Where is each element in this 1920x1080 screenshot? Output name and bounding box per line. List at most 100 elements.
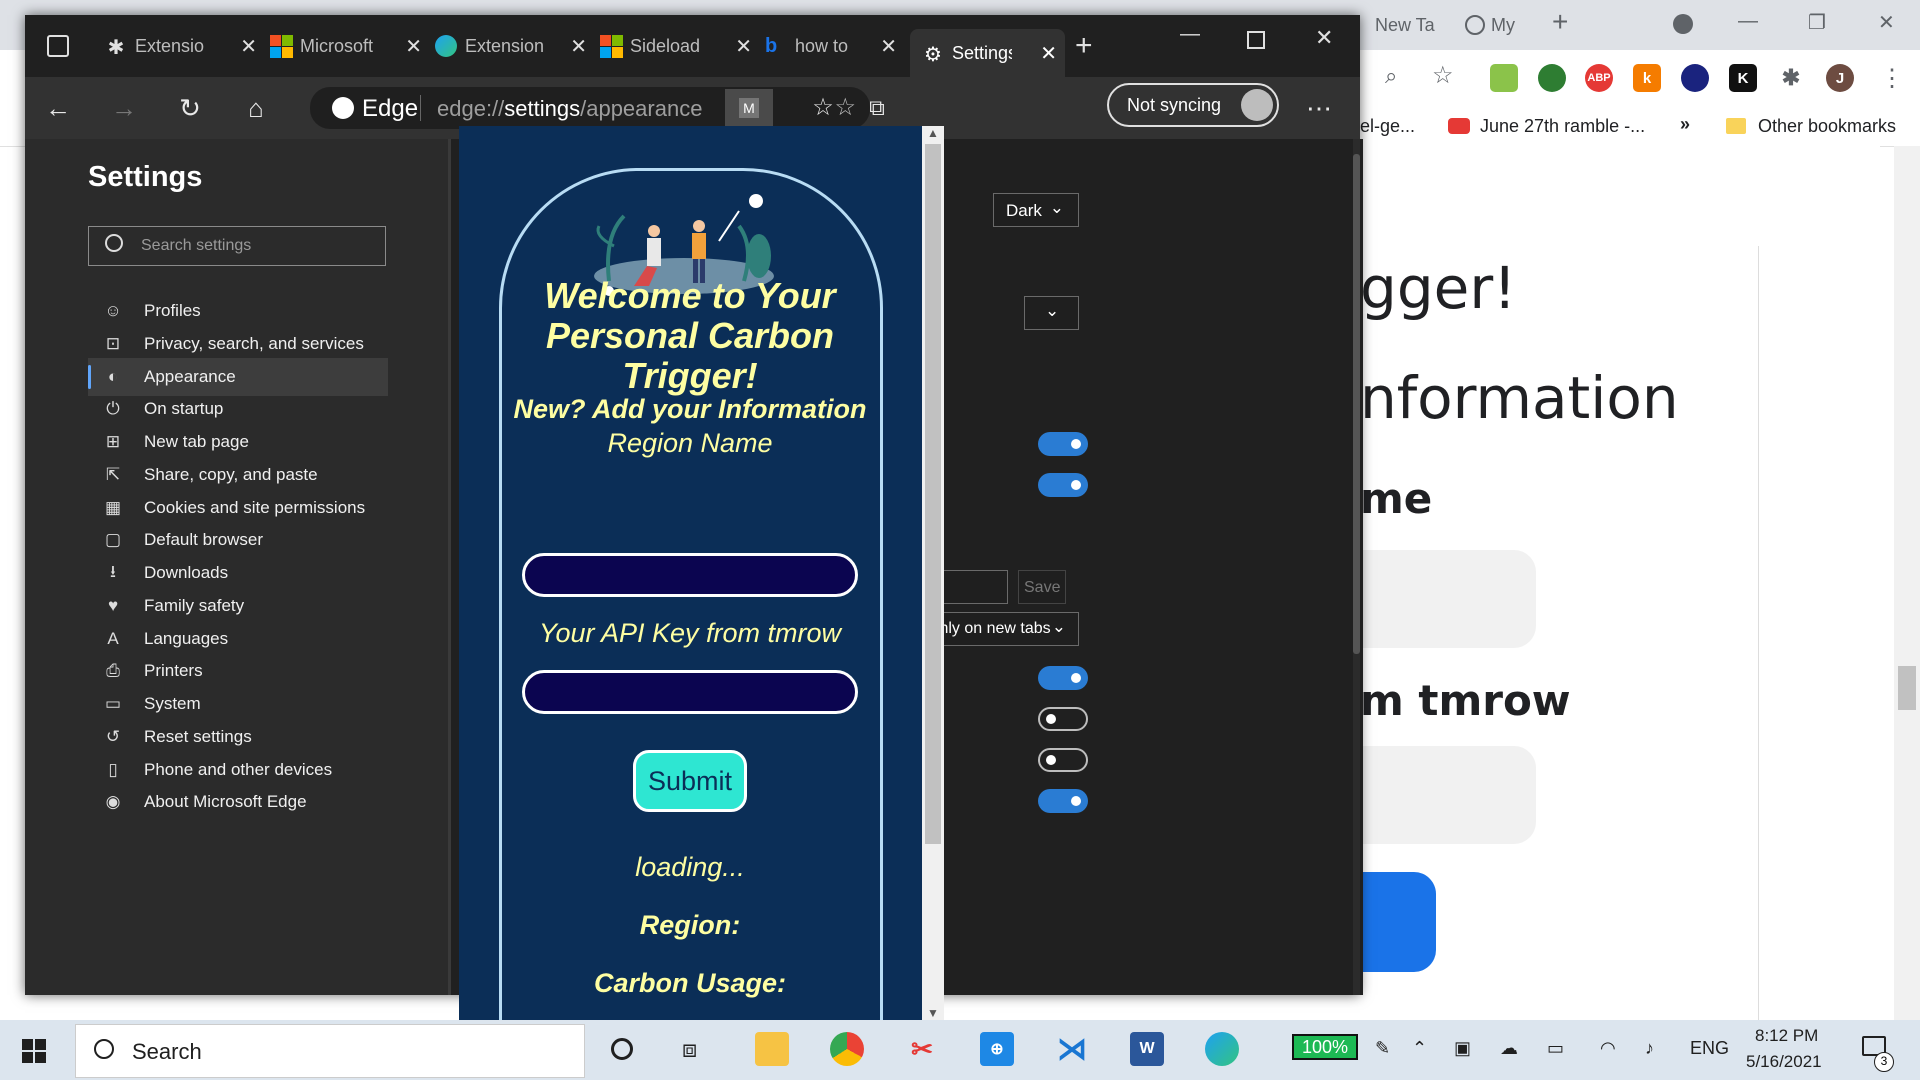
new-tab-icon[interactable]: + xyxy=(1075,29,1093,63)
cortana-icon[interactable] xyxy=(611,1038,633,1060)
extension-K-icon[interactable]: K xyxy=(1729,64,1757,92)
toggle[interactable] xyxy=(1038,748,1088,772)
close-icon[interactable]: ✕ xyxy=(240,34,257,59)
battery-percent[interactable]: 100% xyxy=(1292,1034,1358,1060)
chrome-tab[interactable]: My xyxy=(1465,10,1515,40)
close-icon[interactable]: ✕ xyxy=(1315,25,1333,51)
tab-actions-icon[interactable] xyxy=(47,35,69,57)
vscode-icon[interactable]: ⋊ xyxy=(1055,1032,1089,1066)
bookmark-item[interactable]: June 27th ramble -... xyxy=(1480,116,1645,137)
address-bar[interactable]: Edge edge://settings/appearance ☆ xyxy=(310,87,870,129)
close-icon[interactable]: ✕ xyxy=(735,34,752,59)
extension-icon[interactable] xyxy=(1490,64,1518,92)
close-icon[interactable]: ✕ xyxy=(1878,10,1895,35)
page-input[interactable] xyxy=(1360,746,1536,844)
chrome-icon[interactable] xyxy=(830,1032,864,1066)
toggle[interactable] xyxy=(1038,432,1088,456)
menu-dots-icon[interactable]: ⋮ xyxy=(1880,64,1904,93)
sync-button[interactable]: Not syncing xyxy=(1107,83,1279,127)
close-icon[interactable]: ✕ xyxy=(570,34,587,59)
close-icon[interactable]: ✕ xyxy=(405,34,422,59)
meet-now-icon[interactable]: ▣ xyxy=(1454,1038,1471,1059)
scroll-thumb[interactable] xyxy=(1898,666,1916,710)
toggle[interactable] xyxy=(1038,707,1088,731)
page-button[interactable] xyxy=(1360,872,1436,972)
avatar[interactable]: J xyxy=(1826,64,1854,92)
search-input[interactable]: Search settings xyxy=(88,226,386,266)
word-icon[interactable]: W xyxy=(1130,1032,1164,1066)
edge-logo-icon[interactable] xyxy=(1205,1032,1239,1066)
file-explorer-icon[interactable] xyxy=(755,1032,789,1066)
battery-icon[interactable]: ▭ xyxy=(1547,1038,1564,1059)
chevron-up-icon[interactable]: ⌃ xyxy=(1412,1038,1427,1059)
address-url[interactable]: edge://settings/appearance xyxy=(437,96,702,122)
edge-tab[interactable]: Sideload ✕ xyxy=(600,29,760,63)
favorites-icon[interactable]: ☆ xyxy=(808,93,838,123)
close-icon[interactable]: ✕ xyxy=(1040,41,1057,66)
taskbar-search[interactable]: Search xyxy=(75,1024,585,1078)
api-key-input[interactable] xyxy=(522,670,858,714)
language-indicator[interactable]: ENG xyxy=(1690,1038,1729,1059)
toggle[interactable] xyxy=(1038,473,1088,497)
more-options-icon[interactable]: ⋯ xyxy=(1304,93,1334,123)
extension-k-icon[interactable]: k xyxy=(1633,64,1661,92)
dropdown[interactable]: ⌄ xyxy=(1024,296,1079,330)
settings-scrollbar[interactable] xyxy=(1353,139,1360,995)
restore-icon[interactable]: ❐ xyxy=(1808,10,1826,35)
chrome-tab[interactable]: New Ta xyxy=(1375,10,1435,40)
close-icon[interactable]: ✕ xyxy=(880,34,897,59)
bookmarks-overflow[interactable]: » xyxy=(1680,114,1690,135)
bookmark-folder[interactable]: Other bookmarks xyxy=(1758,116,1896,137)
submit-button[interactable]: Submit xyxy=(633,750,747,812)
save-button[interactable]: Save xyxy=(1018,570,1066,604)
forward-icon[interactable]: → xyxy=(109,93,139,123)
pen-icon[interactable]: ✎ xyxy=(1375,1038,1390,1059)
back-icon[interactable]: ← xyxy=(43,93,73,123)
adblock-icon[interactable]: ABP xyxy=(1585,64,1613,92)
bookmark-item[interactable]: el-ge... xyxy=(1360,116,1415,137)
tab-search-icon[interactable] xyxy=(1673,14,1693,34)
edge-tab-active[interactable]: ⚙ Settings ✕ xyxy=(910,29,1065,77)
toggle[interactable] xyxy=(1038,666,1088,690)
new-tab-icon[interactable]: + xyxy=(1552,6,1568,38)
page-input[interactable] xyxy=(1360,550,1536,648)
popup-scrollbar[interactable]: ▲ ▼ xyxy=(922,126,944,1020)
puzzle-icon[interactable]: ✱ xyxy=(1777,64,1805,92)
shield-icon[interactable] xyxy=(1538,64,1566,92)
minimize-icon[interactable]: — xyxy=(1738,10,1758,33)
app-icon[interactable]: ⊕ xyxy=(980,1032,1014,1066)
snipping-tool-icon[interactable]: ✂ xyxy=(905,1032,939,1066)
clock-time[interactable]: 8:12 PM xyxy=(1755,1026,1818,1046)
edge-tab[interactable]: Extension ✕ xyxy=(435,29,595,63)
minimize-icon[interactable]: — xyxy=(1180,23,1200,46)
sidebar-item-label: Family safety xyxy=(144,595,245,615)
scroll-up-icon[interactable]: ▲ xyxy=(927,126,939,140)
onedrive-icon[interactable]: ☁ xyxy=(1500,1038,1518,1059)
region-name-input[interactable] xyxy=(522,553,858,597)
chrome-scrollbar[interactable] xyxy=(1894,146,1920,1020)
bookmark-star-icon[interactable]: ☆ xyxy=(1432,61,1454,90)
home-icon[interactable]: ⌂ xyxy=(241,93,271,123)
scroll-thumb[interactable] xyxy=(925,144,941,844)
collections-icon[interactable]: ⧉ xyxy=(862,93,892,123)
taskbar: Search ⧈ ✂ ⊕ ⋊ W 100% ✎ ⌃ ▣ ☁ ▭ ◠ ♪ ENG … xyxy=(0,1020,1920,1080)
wifi-icon[interactable]: ◠ xyxy=(1600,1038,1616,1059)
sidebar-item-about-microsoft-edge[interactable]: ◉ About Microsoft Edge xyxy=(88,783,388,821)
refresh-icon[interactable]: ↻ xyxy=(175,93,205,123)
maximize-icon[interactable] xyxy=(1247,31,1265,49)
task-view-icon[interactable]: ⧈ xyxy=(682,1036,697,1064)
profile-badge[interactable]: M xyxy=(725,89,773,127)
windows-start-icon[interactable] xyxy=(22,1039,46,1063)
theme-dropdown[interactable]: Dark ⌄ xyxy=(993,193,1079,227)
toggle[interactable] xyxy=(1038,789,1088,813)
page-title: Settings xyxy=(88,161,203,193)
scroll-thumb[interactable] xyxy=(1353,154,1360,654)
scroll-down-icon[interactable]: ▼ xyxy=(927,1006,939,1020)
edge-tab[interactable]: b how to ✕ xyxy=(765,29,905,63)
zoom-icon[interactable]: ⌕ xyxy=(1385,63,1397,89)
volume-icon[interactable]: ♪ xyxy=(1645,1038,1654,1059)
clock-date[interactable]: 5/16/2021 xyxy=(1746,1052,1822,1072)
extension-circle-icon[interactable] xyxy=(1681,64,1709,92)
edge-tab[interactable]: Microsoft ✕ xyxy=(270,29,430,63)
edge-tab[interactable]: ✱ Extensio ✕ xyxy=(105,29,265,63)
